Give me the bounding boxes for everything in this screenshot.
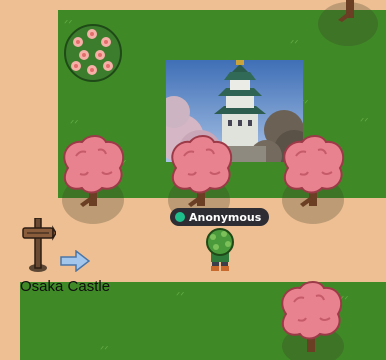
status-dot-icon	[175, 212, 185, 222]
grass-tuft: ᐟᐟ	[360, 117, 369, 128]
cherry-blossom-tree	[281, 281, 343, 352]
grass-tuft: ᐟᐟ	[100, 345, 109, 356]
cherry-blossom-tree	[338, 0, 354, 22]
game-map[interactable]: ᐟᐟ ᐟᐟ ᐟᐟ ᐟᐟ ᐟᐟ ᐟᐟ ᐟᐟ ᐟᐟ ᐟᐟ	[0, 0, 386, 360]
location-label: Osaka Castle	[20, 278, 111, 295]
grass-tuft: ᐟᐟ	[290, 39, 299, 50]
player-name-tag[interactable]: Anonymous	[170, 208, 270, 226]
signpost-icon[interactable]	[22, 218, 56, 274]
grass-tuft: ᐟᐟ	[176, 291, 185, 302]
player-name: Anonymous	[189, 210, 262, 224]
flower-bush	[64, 24, 122, 82]
grass-tuft: ᐟᐟ	[70, 119, 79, 130]
cherry-blossom-tree	[63, 135, 125, 207]
player-avatar[interactable]	[204, 228, 236, 272]
right-arrow-icon[interactable]	[60, 250, 90, 272]
cherry-blossom-tree	[171, 135, 233, 207]
cherry-blossom-tree	[283, 135, 345, 207]
